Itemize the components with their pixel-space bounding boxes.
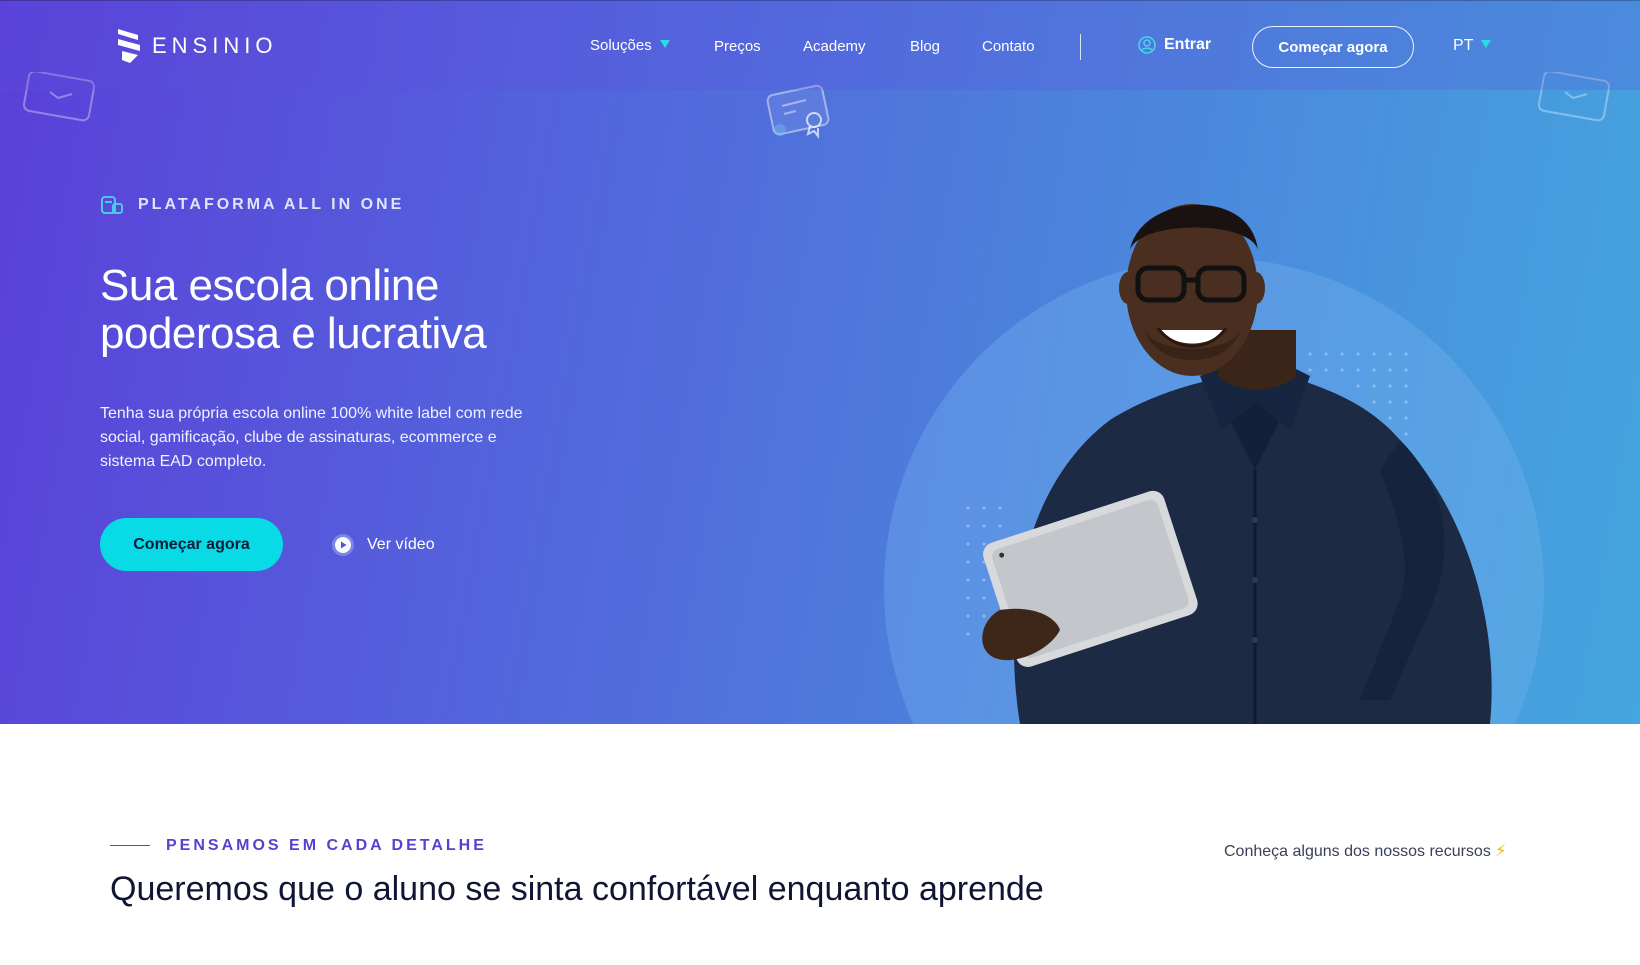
nav-item-solucoes[interactable]: Soluções [590,37,670,54]
certificate-icon [766,84,830,139]
nav-item-blog[interactable]: Blog [910,38,940,55]
hero-eyebrow: PLATAFORMA ALL IN ONE [100,194,404,216]
hero-title: Sua escola online poderosa e lucrativa [100,262,660,358]
nav-item-precos[interactable]: Preços [714,38,761,55]
language-selector[interactable]: PT [1453,37,1492,55]
section-title: Queremos que o aluno se sinta confortáve… [110,870,1044,908]
nav-label: Preços [714,38,761,55]
section-eyebrow: PENSAMOS EM CADA DETALHE [166,837,487,854]
hero-section: ENSINIO Soluções Preços Academy Blog Con… [0,0,1640,724]
hero-start-now-button[interactable]: Começar agora [100,518,283,571]
logo-mark-icon [118,29,140,63]
logo-text: ENSINIO [152,33,278,58]
bolt-icon: ⚡ [1495,843,1507,860]
nav-item-academy[interactable]: Academy [803,38,866,55]
caret-down-icon [659,40,670,48]
hero-title-line2: poderosa e lucrativa [100,309,487,358]
caret-down-icon [1481,40,1492,48]
login-link[interactable]: Entrar [1138,36,1211,54]
nav-label: Blog [910,38,941,55]
section-eyebrow-line [110,845,150,846]
logo[interactable]: ENSINIO [116,27,277,65]
hero-title-line1: Sua escola online [100,261,439,310]
nav-divider [1080,34,1081,60]
header-start-now-button[interactable]: Começar agora [1252,26,1414,68]
nav-label: Soluções [590,37,652,54]
hero-subtitle: Tenha sua própria escola online 100% whi… [100,405,523,470]
language-label: PT [1453,37,1474,54]
watch-video-label: Ver vídeo [367,536,435,553]
platform-icon [101,196,123,214]
hero-eyebrow-text: PLATAFORMA ALL IN ONE [138,196,405,213]
nav-label: Academy [803,38,866,55]
nav-item-contato[interactable]: Contato [982,38,1035,55]
top-navigation-bar: ENSINIO Soluções Preços Academy Blog Con… [0,0,1640,90]
watch-video-link[interactable]: Ver vídeo [331,533,435,557]
login-label: Entrar [1164,36,1212,53]
features-link[interactable]: Conheça alguns dos nossos recursos ⚡ [1224,841,1507,861]
play-icon [332,534,354,556]
user-icon [1138,36,1156,54]
nav-label: Contato [982,38,1035,55]
hero-person-image [982,204,1492,724]
features-link-label: Conheça alguns dos nossos recursos [1224,843,1491,860]
